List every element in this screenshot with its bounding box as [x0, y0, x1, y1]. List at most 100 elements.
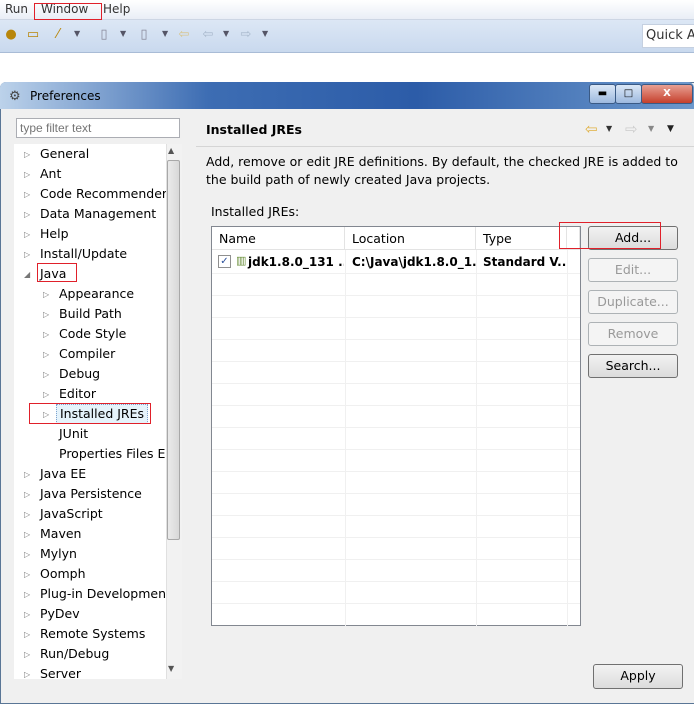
- expand-icon[interactable]: ▷: [24, 225, 34, 245]
- expand-icon[interactable]: ▷: [24, 605, 34, 625]
- chevron-down-icon[interactable]: ▼: [223, 29, 229, 38]
- search-button[interactable]: Search...: [588, 354, 678, 378]
- expand-icon[interactable]: ▷: [24, 145, 34, 165]
- expand-icon[interactable]: ▷: [24, 585, 34, 605]
- forward-icon[interactable]: ⇨: [625, 120, 638, 138]
- expand-icon[interactable]: ▷: [24, 505, 34, 525]
- highlight-java: [37, 263, 77, 282]
- jre-table[interactable]: Name Location Type ✓ ▥ jdk1.8.0_131 ... …: [211, 226, 581, 626]
- expand-icon[interactable]: ▷: [43, 345, 53, 365]
- tree-item[interactable]: Code Recommenders: [40, 184, 166, 204]
- expanded-icon[interactable]: ◢: [24, 265, 34, 285]
- tree-item[interactable]: Appearance: [59, 284, 134, 304]
- expand-icon[interactable]: ▷: [24, 525, 34, 545]
- highlight-add: [559, 222, 661, 249]
- back-icon[interactable]: ⇦: [176, 27, 192, 43]
- tree-item[interactable]: Compiler: [59, 344, 115, 364]
- tree-item[interactable]: Help: [40, 224, 69, 244]
- row-gridline: [212, 383, 580, 384]
- page-description: Add, remove or edit JRE definitions. By …: [206, 154, 678, 187]
- tree-item[interactable]: Install/Update: [40, 244, 127, 264]
- filter-input[interactable]: [16, 118, 180, 138]
- scroll-up-icon[interactable]: ▲: [168, 146, 174, 155]
- expand-icon[interactable]: ▷: [24, 465, 34, 485]
- menu-run[interactable]: Run: [5, 2, 28, 16]
- quick-access-input[interactable]: Quick Ac: [642, 24, 694, 48]
- maximize-button[interactable]: □: [615, 84, 642, 104]
- row-gridline: [212, 537, 580, 538]
- row-gridline: [212, 581, 580, 582]
- tree-item[interactable]: General: [40, 144, 89, 164]
- tree-item[interactable]: Mylyn: [40, 544, 77, 564]
- row-gridline: [212, 405, 580, 406]
- edit-button[interactable]: Edit...: [588, 258, 678, 282]
- chevron-down-icon[interactable]: ▼: [120, 29, 126, 38]
- tree-item[interactable]: Remote Systems: [40, 624, 145, 644]
- apply-button[interactable]: Apply: [593, 664, 683, 689]
- tree-item[interactable]: Debug: [59, 364, 100, 384]
- cell-name: jdk1.8.0_131 ...: [248, 255, 344, 269]
- tree-item[interactable]: PyDev: [40, 604, 80, 624]
- tree-item[interactable]: Properties Files Ed: [59, 444, 166, 464]
- expand-icon[interactable]: ▷: [43, 365, 53, 385]
- remove-button[interactable]: Remove: [588, 322, 678, 346]
- chevron-down-icon[interactable]: ▼: [606, 124, 612, 133]
- wand-icon[interactable]: ⁄: [50, 27, 66, 43]
- debug-icon[interactable]: ▯: [96, 27, 112, 43]
- expand-icon[interactable]: ▷: [43, 385, 53, 405]
- tree-item[interactable]: Java Persistence: [40, 484, 142, 504]
- menu-help[interactable]: Help: [103, 2, 130, 16]
- expand-icon[interactable]: ▷: [24, 165, 34, 185]
- tree-item[interactable]: Code Style: [59, 324, 126, 344]
- close-button[interactable]: X: [641, 84, 693, 104]
- column-header-type[interactable]: Type: [476, 227, 567, 250]
- chevron-down-icon[interactable]: ▼: [262, 29, 268, 38]
- nav-back-icon[interactable]: ⇦: [200, 27, 216, 43]
- expand-icon[interactable]: ▷: [43, 285, 53, 305]
- row-gridline: [212, 559, 580, 560]
- cell-location: C:\Java\jdk1.8.0_1...: [352, 255, 476, 269]
- expand-icon[interactable]: ▷: [24, 565, 34, 585]
- minimize-button[interactable]: ▬: [589, 84, 616, 104]
- nav-forward-icon[interactable]: ⇨: [238, 27, 254, 43]
- tree-item[interactable]: Run/Debug: [40, 644, 109, 664]
- column-header-location[interactable]: Location: [345, 227, 476, 250]
- duplicate-button[interactable]: Duplicate...: [588, 290, 678, 314]
- tree-item[interactable]: Data Management: [40, 204, 156, 224]
- chevron-down-icon[interactable]: ▼: [648, 124, 654, 133]
- expand-icon[interactable]: ▷: [24, 205, 34, 225]
- tree-item[interactable]: Plug-in Development: [40, 584, 166, 604]
- back-icon[interactable]: ⇦: [585, 120, 598, 138]
- tree-item[interactable]: Ant: [40, 164, 61, 184]
- expand-icon[interactable]: ▷: [24, 625, 34, 645]
- expand-icon[interactable]: ▷: [24, 665, 34, 679]
- tree-item[interactable]: Oomph: [40, 564, 86, 584]
- cell-type: Standard V...: [483, 255, 567, 269]
- expand-icon[interactable]: ▷: [43, 305, 53, 325]
- column-header-name[interactable]: Name: [212, 227, 345, 250]
- expand-icon[interactable]: ▷: [24, 485, 34, 505]
- tree-item[interactable]: Maven: [40, 524, 81, 544]
- scroll-down-icon[interactable]: ▼: [168, 664, 174, 673]
- tree-item[interactable]: Build Path: [59, 304, 122, 324]
- expand-icon[interactable]: ▷: [43, 325, 53, 345]
- chevron-down-icon[interactable]: ▼: [74, 29, 80, 38]
- view-menu-icon[interactable]: ▼: [667, 124, 674, 134]
- row-gridline: [212, 515, 580, 516]
- tree-item[interactable]: JavaScript: [40, 504, 103, 524]
- scrollbar-thumb[interactable]: [167, 160, 180, 540]
- open-icon[interactable]: ▭: [25, 27, 41, 43]
- tree-item[interactable]: Editor: [59, 384, 96, 404]
- new-project-icon[interactable]: ●: [3, 27, 19, 43]
- tree-item[interactable]: Server: [40, 664, 81, 679]
- tree-item[interactable]: JUnit: [59, 424, 88, 444]
- expand-icon[interactable]: ▷: [24, 545, 34, 565]
- row-gridline: [212, 493, 580, 494]
- row-checkbox[interactable]: ✓: [218, 255, 231, 268]
- chevron-down-icon[interactable]: ▼: [162, 29, 168, 38]
- expand-icon[interactable]: ▷: [24, 245, 34, 265]
- run-icon[interactable]: ▯: [136, 27, 152, 43]
- expand-icon[interactable]: ▷: [24, 645, 34, 665]
- expand-icon[interactable]: ▷: [24, 185, 34, 205]
- tree-item[interactable]: Java EE: [40, 464, 86, 484]
